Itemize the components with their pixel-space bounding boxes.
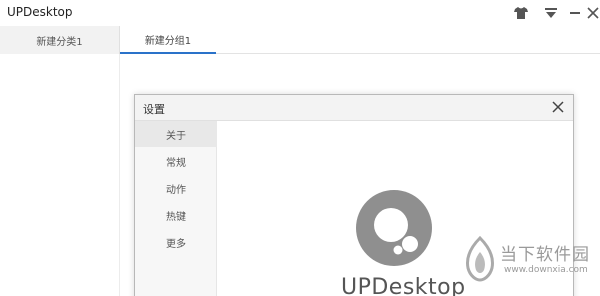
title-bar: UPDesktop (0, 0, 600, 26)
dialog-header: 设置 (135, 95, 573, 121)
settings-nav-general[interactable]: 常规 (135, 148, 217, 174)
nav-item-label: 更多 (166, 238, 186, 250)
menu-dropdown-icon[interactable] (541, 3, 561, 23)
close-icon[interactable] (583, 3, 600, 23)
app-logo-icon (356, 190, 432, 266)
watermark-url: www.downxia.com (504, 265, 588, 275)
settings-nav-more[interactable]: 更多 (135, 229, 217, 255)
group-tab-label: 新建分组1 (144, 35, 192, 47)
settings-nav: 关于 常规 动作 热键 更多 (135, 121, 217, 296)
nav-item-label: 关于 (166, 130, 186, 142)
minimize-icon[interactable] (565, 3, 585, 23)
nav-item-label: 常规 (166, 157, 186, 169)
settings-nav-hotkeys[interactable]: 热键 (135, 202, 217, 228)
dialog-close-icon[interactable] (549, 98, 567, 116)
settings-nav-about[interactable]: 关于 (135, 121, 217, 147)
category-bar: 新建分类1 新建分组1 (0, 26, 600, 54)
group-tab[interactable]: 新建分组1 (120, 26, 216, 54)
watermark: 当下软件园 www.downxia.com (460, 232, 600, 296)
settings-nav-actions[interactable]: 动作 (135, 175, 217, 201)
app-title: UPDesktop (7, 5, 73, 19)
nav-item-label: 热键 (166, 211, 186, 223)
shirt-icon[interactable] (511, 3, 531, 23)
dialog-title: 设置 (143, 103, 165, 116)
watermark-title: 当下软件园 (500, 245, 590, 265)
about-app-name: UPDesktop (341, 275, 466, 296)
nav-item-label: 动作 (166, 184, 186, 196)
category-sidebar (0, 54, 120, 296)
watermark-logo-icon (466, 236, 494, 282)
category-tab-label: 新建分类1 (36, 36, 83, 48)
category-tab[interactable]: 新建分类1 (0, 26, 120, 54)
